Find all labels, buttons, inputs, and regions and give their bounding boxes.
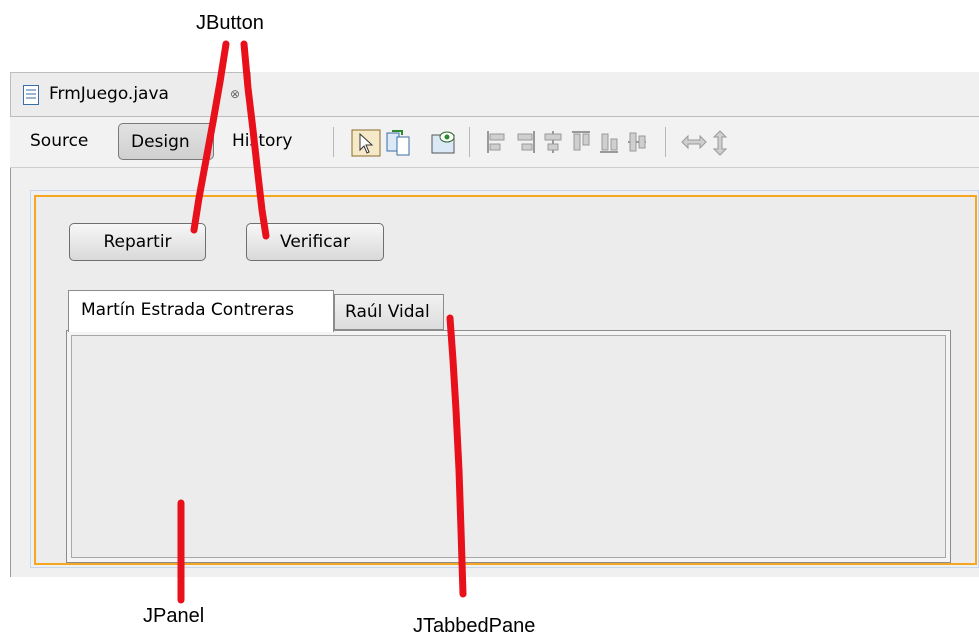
annotation-jpanel-label: JPanel [143,605,205,627]
jpanel[interactable] [71,335,946,558]
align-right-icon[interactable] [514,129,536,155]
editor-toolbar: Source Design History [10,116,979,168]
tab-martin-estrada-contreras[interactable]: Martín Estrada Contreras [68,290,334,332]
center-vertically-icon[interactable] [626,129,648,155]
align-top-icon[interactable] [570,129,592,155]
editor-left-border [10,168,11,577]
source-view-button[interactable]: Source [30,131,88,151]
annotation-jtabbedpane-label: JTabbedPane [413,615,536,637]
align-left-icon[interactable] [486,129,508,155]
close-tab-icon[interactable]: ⊗ [230,87,240,101]
toolbar-separator [665,127,666,157]
verificar-button[interactable]: Verificar [246,223,384,261]
preview-design-icon[interactable] [429,129,457,157]
editor-file-tab[interactable]: FrmJuego.java ⊗ [10,72,251,116]
toolbar-separator [469,127,470,157]
design-view-button[interactable]: Design [118,123,214,160]
selection-mode-icon[interactable] [351,129,381,157]
file-tab-label: FrmJuego.java [49,84,169,104]
tab-label: Raúl Vidal [345,302,430,322]
resize-vertical-icon[interactable] [710,129,730,157]
java-file-icon [23,85,39,105]
resize-horizontal-icon[interactable] [680,129,708,155]
history-view-button[interactable]: History [232,131,292,151]
align-bottom-icon[interactable] [598,129,620,155]
tab-raul-vidal[interactable]: Raúl Vidal [334,294,444,330]
connection-mode-icon[interactable] [384,129,412,157]
toolbar-separator [333,127,334,157]
jtabbedpane [66,330,951,563]
annotation-jbutton-label: JButton [196,12,264,34]
design-view-label: Design [131,132,190,152]
center-horizontally-icon[interactable] [542,129,564,155]
tab-label: Martín Estrada Contreras [81,300,294,320]
repartir-button[interactable]: Repartir [69,223,206,261]
